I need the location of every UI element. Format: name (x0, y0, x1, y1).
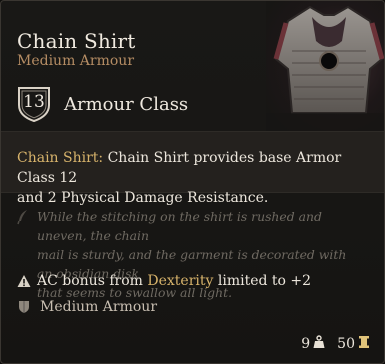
tooltip-footer: 9 50 (301, 335, 370, 353)
weight-icon (313, 335, 325, 353)
warning-text: AC bonus from Dexterity limited to +2 (37, 273, 311, 289)
warning-stat: Dexterity (147, 273, 214, 289)
shield-icon: 13 (17, 85, 51, 123)
armour-class-label: Armour Class (64, 93, 189, 115)
description-line2: and 2 Physical Damage Resistance. (17, 190, 269, 206)
armour-icon (18, 300, 30, 314)
description-panel: Chain Shirt: Chain Shirt provides base A… (1, 131, 384, 206)
warning-suffix: limited to +2 (217, 273, 312, 289)
quill-icon (17, 209, 29, 229)
armour-class-value: 13 (23, 92, 45, 112)
item-name: Chain Shirt (17, 29, 136, 53)
item-portrait (266, 1, 384, 133)
item-description: Chain Shirt: Chain Shirt provides base A… (17, 148, 367, 208)
armour-class-row: 13 Armour Class (17, 85, 188, 123)
description-item-name: Chain Shirt: (17, 150, 104, 166)
item-tooltip: Chain Shirt Medium Armour 13 Armour Clas… (0, 0, 385, 364)
tooltip-header: Chain Shirt Medium Armour 13 Armour Clas… (1, 1, 384, 133)
weight-value: 9 (301, 336, 311, 352)
lore-line1: While the stitching on the shirt is rush… (37, 209, 322, 243)
item-category: Medium Armour (17, 53, 135, 69)
gold-coin-icon (358, 335, 370, 353)
armour-proficiency: Medium Armour (17, 299, 157, 315)
dexterity-limit-warning: AC bonus from Dexterity limited to +2 (17, 273, 311, 289)
proficiency-label: Medium Armour (40, 299, 158, 315)
gold-value: 50 (337, 336, 355, 352)
warning-prefix: AC bonus from (37, 273, 143, 289)
warning-icon (17, 274, 31, 288)
